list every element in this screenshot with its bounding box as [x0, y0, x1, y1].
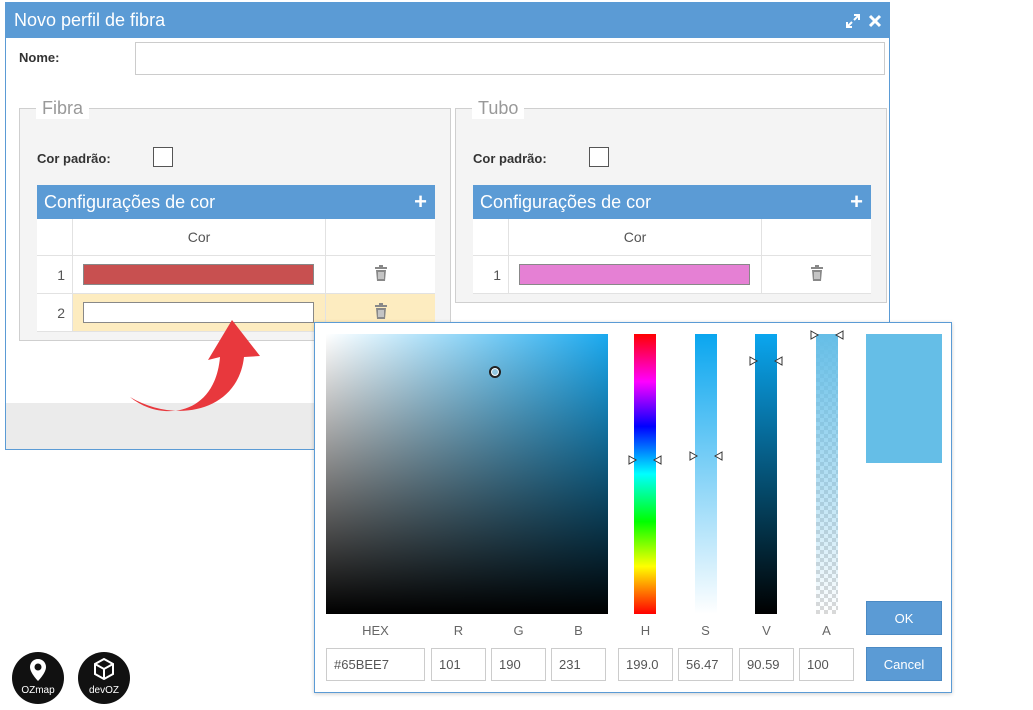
cube-icon	[94, 658, 114, 680]
hue-slider[interactable]	[628, 334, 662, 614]
fibra-cor-padrao-checkbox[interactable]	[153, 147, 173, 167]
name-input[interactable]	[135, 42, 885, 75]
hue-handle[interactable]	[628, 455, 662, 465]
a-input[interactable]: 100	[799, 648, 854, 681]
fibra-fieldset: Fibra Cor padrão: Configurações de cor +…	[19, 98, 451, 341]
s-label: S	[701, 623, 710, 638]
index-header	[37, 219, 73, 256]
a-label: A	[822, 623, 831, 638]
ozmap-logo-text: OZmap	[21, 685, 55, 696]
dialog-title: Novo perfil de fibra	[14, 10, 166, 30]
saturation-value-area[interactable]	[326, 334, 608, 614]
b-label: B	[574, 623, 583, 638]
cor-column-header: Cor	[508, 219, 762, 256]
tubo-fieldset: Tubo Cor padrão: Configurações de cor + …	[455, 98, 887, 303]
saturation-handle[interactable]	[689, 451, 723, 461]
close-icon[interactable]	[867, 13, 883, 29]
color-picker: HEX R G B H S V A #65BEE7 101 190 231 19…	[314, 322, 952, 693]
alpha-handle[interactable]	[810, 330, 844, 340]
fibra-legend: Fibra	[36, 98, 90, 119]
dialog-header: Novo perfil de fibra	[6, 3, 889, 38]
alpha-slider[interactable]	[810, 330, 844, 614]
value-slider[interactable]	[749, 334, 783, 614]
color-swatch[interactable]	[83, 264, 314, 285]
actions-header	[761, 219, 871, 256]
row-index: 1	[37, 255, 73, 294]
g-input[interactable]: 190	[491, 648, 546, 681]
g-label: G	[513, 623, 524, 638]
cor-column-header: Cor	[72, 219, 326, 256]
table-row[interactable]: 1	[473, 255, 871, 294]
ozmap-logo: OZmap	[12, 652, 64, 704]
trash-icon[interactable]	[374, 303, 388, 322]
h-label: H	[640, 623, 651, 638]
tubo-color-table: Cor 1	[473, 219, 871, 294]
s-input[interactable]: 56.47	[678, 648, 733, 681]
tubo-legend: Tubo	[472, 98, 525, 119]
index-header	[473, 219, 509, 256]
v-input[interactable]: 90.59	[739, 648, 794, 681]
fibra-config-header: Configurações de cor +	[37, 185, 435, 219]
devoz-logo: devOZ	[78, 652, 130, 704]
tubo-cor-padrao-checkbox[interactable]	[589, 147, 609, 167]
r-label: R	[453, 623, 464, 638]
saturation-slider[interactable]	[689, 334, 723, 614]
map-pin-icon	[30, 659, 46, 681]
r-input[interactable]: 101	[431, 648, 486, 681]
row-index: 2	[37, 293, 73, 332]
v-label: V	[762, 623, 771, 638]
fibra-config-title: Configurações de cor	[44, 192, 216, 212]
trash-icon[interactable]	[810, 265, 824, 284]
value-handle[interactable]	[749, 356, 783, 366]
actions-header	[325, 219, 435, 256]
plus-icon[interactable]: +	[414, 185, 427, 219]
curved-arrow-icon	[130, 320, 260, 412]
hex-label: HEX	[362, 623, 389, 638]
tubo-cor-padrao-label: Cor padrão:	[473, 151, 547, 166]
fibra-cor-padrao-label: Cor padrão:	[37, 151, 111, 166]
devoz-logo-text: devOZ	[88, 685, 119, 696]
plus-icon[interactable]: +	[850, 185, 863, 219]
expand-icon[interactable]	[845, 13, 861, 29]
trash-icon[interactable]	[374, 265, 388, 284]
hex-input[interactable]: #65BEE7	[326, 648, 425, 681]
tubo-config-title: Configurações de cor	[480, 192, 652, 212]
color-preview	[866, 334, 942, 463]
table-row[interactable]: 1	[37, 255, 435, 294]
cancel-button[interactable]: Cancel	[866, 647, 942, 681]
color-swatch[interactable]	[519, 264, 750, 285]
sv-cursor[interactable]	[489, 366, 501, 378]
b-input[interactable]: 231	[551, 648, 606, 681]
row-index: 1	[473, 255, 509, 294]
name-label: Nome:	[19, 50, 60, 65]
ok-button[interactable]: OK	[866, 601, 942, 635]
tubo-config-header: Configurações de cor +	[473, 185, 871, 219]
h-input[interactable]: 199.0	[618, 648, 673, 681]
